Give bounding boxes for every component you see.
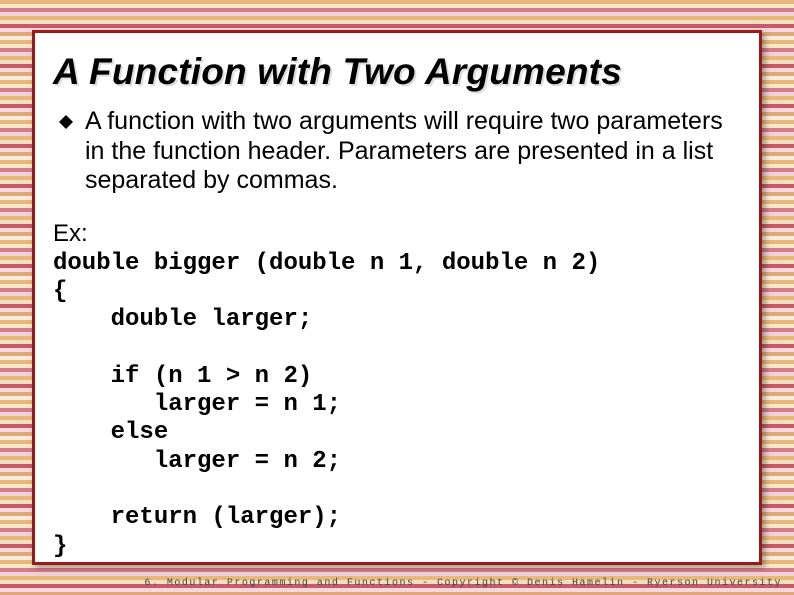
slide-footer: 6. Modular Programming and Functions - C… xyxy=(144,578,782,589)
example-label: Ex: xyxy=(53,220,741,248)
slide-card: A Function with Two Arguments A function… xyxy=(32,30,762,565)
bullet-text: A function with two arguments will requi… xyxy=(85,107,741,196)
code-block: double bigger (double n 1, double n 2) {… xyxy=(53,250,741,561)
diamond-bullet-icon xyxy=(59,115,73,129)
slide-title: A Function with Two Arguments xyxy=(53,51,741,93)
bullet-item: A function with two arguments will requi… xyxy=(53,107,741,196)
